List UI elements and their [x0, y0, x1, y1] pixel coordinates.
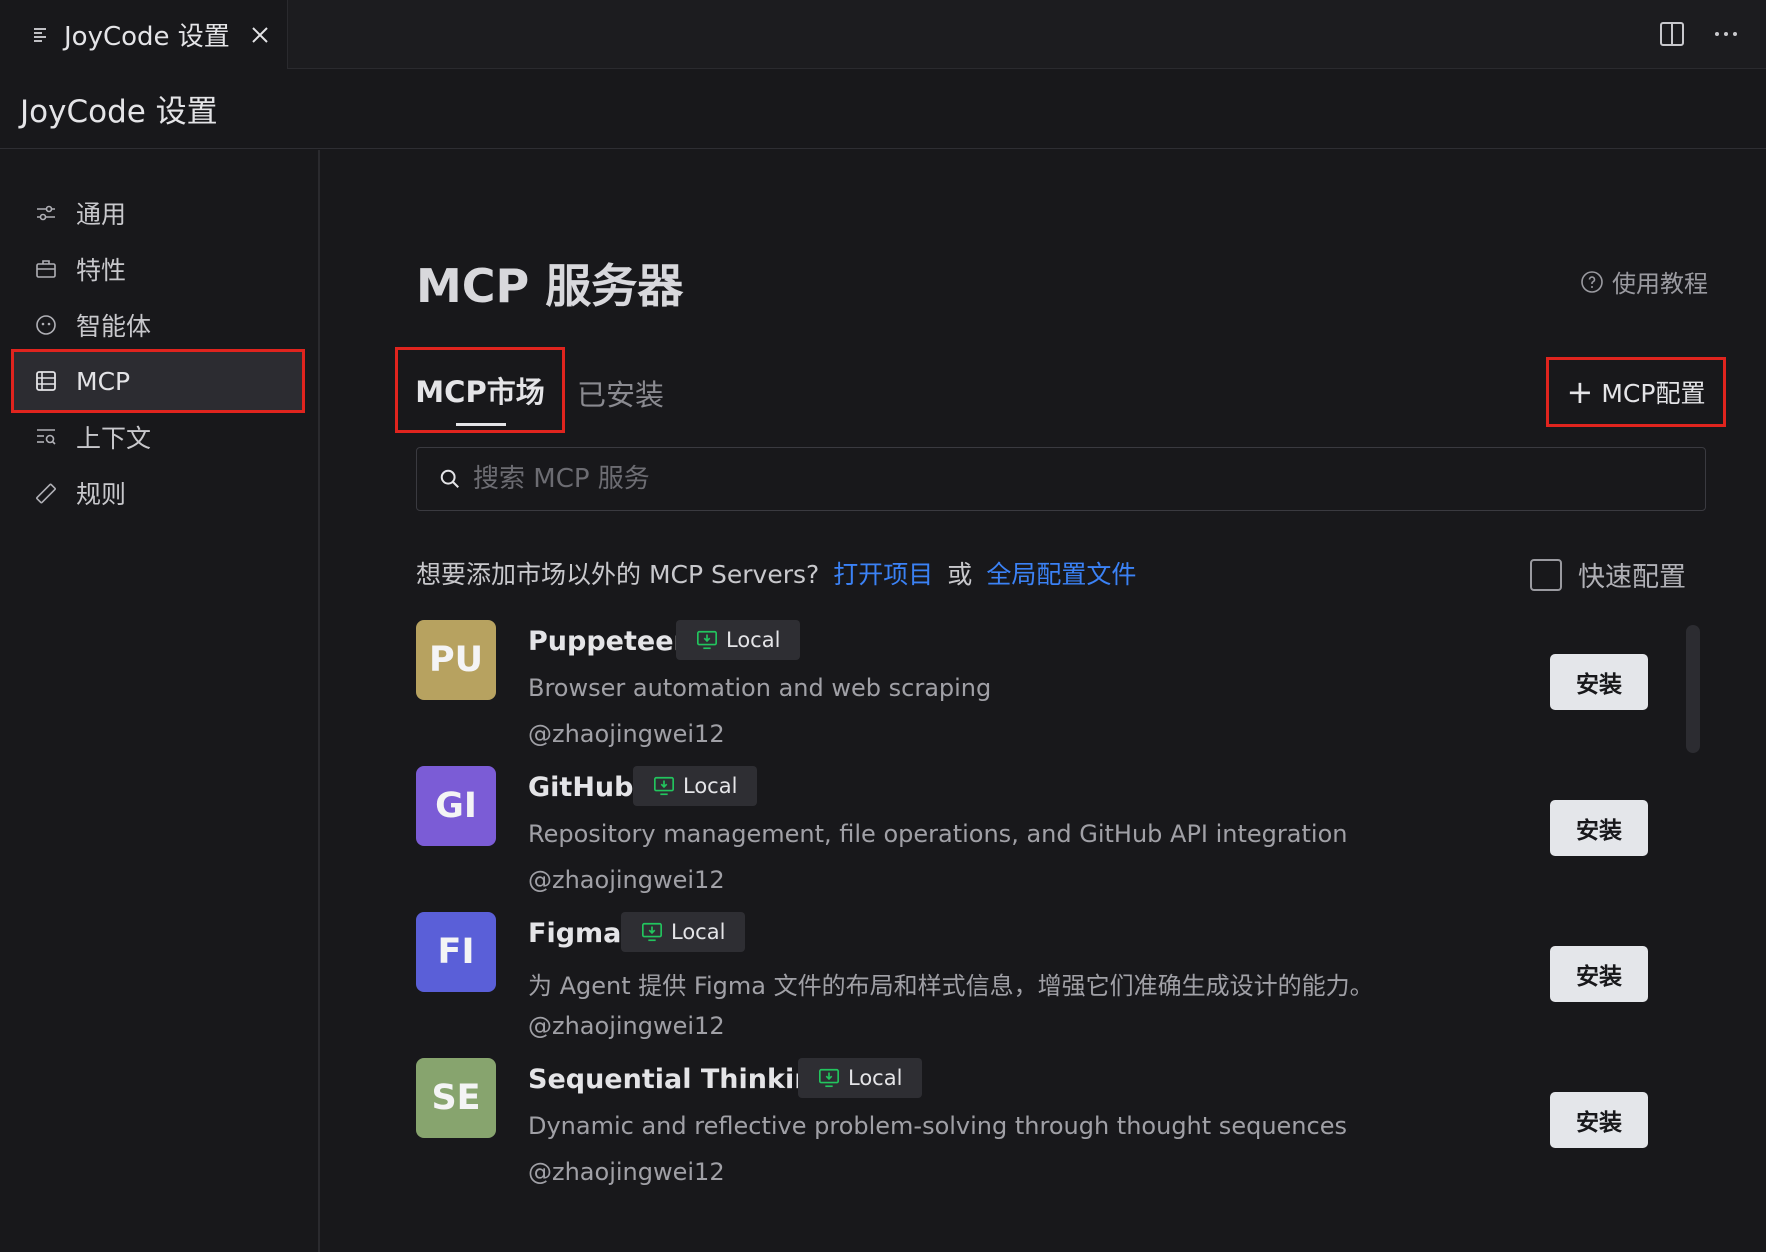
page-title: JoyCode 设置 [20, 94, 218, 130]
context-search-icon [37, 429, 56, 445]
agent-icon [36, 315, 56, 335]
badge-label: Local [683, 774, 738, 798]
local-badge: Local [676, 620, 801, 660]
tutorial-link[interactable]: 使用教程 [1580, 264, 1708, 299]
list-item: FI Figma Local 为 Agent 提供 Figma 文件的布局和样式… [416, 912, 1656, 1062]
sidebar-item-label: 上下文 [76, 424, 152, 453]
tutorial-link-label: 使用教程 [1612, 270, 1708, 298]
hint-text: 想要添加市场以外的 MCP Servers? [416, 560, 820, 589]
tab-mcp-market[interactable]: MCP市场 [395, 347, 565, 433]
or-text: 或 [947, 560, 973, 589]
server-author: @zhaojingwei12 [528, 866, 725, 894]
plus-icon: + [1566, 373, 1594, 411]
search-icon [440, 469, 459, 488]
server-description: Browser automation and web scraping [528, 674, 992, 702]
page-header: JoyCode 设置 [0, 69, 1766, 149]
search-field[interactable] [416, 447, 1706, 511]
sidebar-item-rules[interactable]: 规则 [14, 464, 302, 522]
quick-config-label: 快速配置 [1578, 562, 1686, 593]
server-name: Puppeteer [528, 626, 687, 657]
list-item: SE Sequential Thinking Local Dynamic and… [416, 1058, 1656, 1208]
external-servers-hint: 想要添加市场以外的 MCP Servers? 打开项目 或 全局配置文件 [416, 555, 1136, 591]
server-name: Sequential Thinking [528, 1064, 833, 1095]
badge-label: Local [726, 628, 781, 652]
install-button[interactable]: 安装 [1550, 946, 1648, 1002]
quick-config-checkbox[interactable] [1530, 558, 1562, 591]
settings-file-icon [34, 27, 46, 42]
editor-tab-bar: JoyCode 设置 [0, 0, 1766, 69]
open-project-link[interactable]: 打开项目 [833, 555, 933, 591]
ruler-icon [36, 483, 56, 504]
active-tab-indicator [456, 423, 506, 426]
sidebar-item-context[interactable]: 上下文 [14, 408, 302, 466]
server-author: @zhaojingwei12 [528, 720, 725, 748]
quick-config-toggle[interactable]: 快速配置 [1530, 555, 1686, 594]
server-name: Figma [528, 918, 622, 949]
list-item: GI GitHub Local Repository management, f… [416, 766, 1656, 916]
install-button[interactable]: 安装 [1550, 800, 1648, 856]
tab-label: MCP市场 [415, 375, 545, 409]
global-config-link[interactable]: 全局配置文件 [986, 555, 1136, 591]
add-mcp-config-button[interactable]: + MCP配置 [1546, 357, 1726, 427]
install-button[interactable]: 安装 [1550, 654, 1648, 710]
sidebar-item-mcp[interactable]: MCP [11, 349, 305, 413]
server-description: Dynamic and reflective problem-solving t… [528, 1112, 1347, 1140]
tab-title: JoyCode 设置 [64, 22, 230, 52]
tab-joycode-settings[interactable]: JoyCode 设置 [0, 0, 288, 69]
briefcase-icon [36, 260, 56, 278]
close-icon[interactable] [250, 25, 270, 45]
sliders-icon [37, 205, 55, 221]
sidebar-item-general[interactable]: 通用 [14, 184, 302, 242]
sidebar-item-label: 通用 [76, 200, 127, 229]
install-button[interactable]: 安装 [1550, 1092, 1648, 1148]
local-badge: Local [633, 766, 758, 806]
avatar: GI [416, 766, 496, 846]
sidebar-item-label: 智能体 [76, 312, 152, 341]
sidebar-item-label: MCP [76, 366, 131, 396]
monitor-download-icon [654, 776, 674, 796]
sidebar-item-features[interactable]: 特性 [14, 240, 302, 298]
sidebar-item-label: 规则 [76, 480, 127, 509]
tab-installed[interactable]: 已安装 [577, 372, 664, 414]
local-badge: Local [621, 912, 746, 952]
help-circle-icon [1581, 270, 1603, 293]
badge-label: Local [848, 1066, 903, 1090]
add-mcp-config-label: MCP配置 [1601, 379, 1706, 408]
badge-label: Local [671, 920, 726, 944]
sidebar-item-label: 特性 [76, 256, 127, 285]
search-input[interactable] [471, 463, 1705, 495]
local-badge: Local [798, 1058, 923, 1098]
server-icon [36, 371, 56, 391]
main-content: MCP 服务器 使用教程 MCP市场 已安装 + MCP配置 想要添加市场以外的… [322, 150, 1766, 1252]
server-description: 为 Agent 提供 Figma 文件的布局和样式信息，增强它们准确生成设计的能… [528, 972, 1374, 1000]
split-editor-icon[interactable] [1658, 20, 1686, 48]
more-actions-icon[interactable] [1712, 20, 1740, 48]
monitor-download-icon [697, 630, 717, 650]
avatar: SE [416, 1058, 496, 1138]
scrollbar[interactable] [1686, 625, 1700, 753]
avatar: PU [416, 620, 496, 700]
server-author: @zhaojingwei12 [528, 1012, 725, 1040]
list-item: PU Puppeteer Local Browser automation an… [416, 620, 1656, 770]
sidebar-item-agents[interactable]: 智能体 [14, 296, 302, 354]
monitor-download-icon [819, 1068, 839, 1088]
section-title: MCP 服务器 [416, 259, 684, 313]
tabbar-actions [1658, 20, 1740, 48]
monitor-download-icon [642, 922, 662, 942]
server-description: Repository management, file operations, … [528, 820, 1348, 848]
settings-sidebar: 通用 特性 智能体 MCP 上下文 规则 [0, 150, 320, 1252]
server-author: @zhaojingwei12 [528, 1158, 725, 1186]
server-name: GitHub [528, 772, 634, 803]
avatar: FI [416, 912, 496, 992]
